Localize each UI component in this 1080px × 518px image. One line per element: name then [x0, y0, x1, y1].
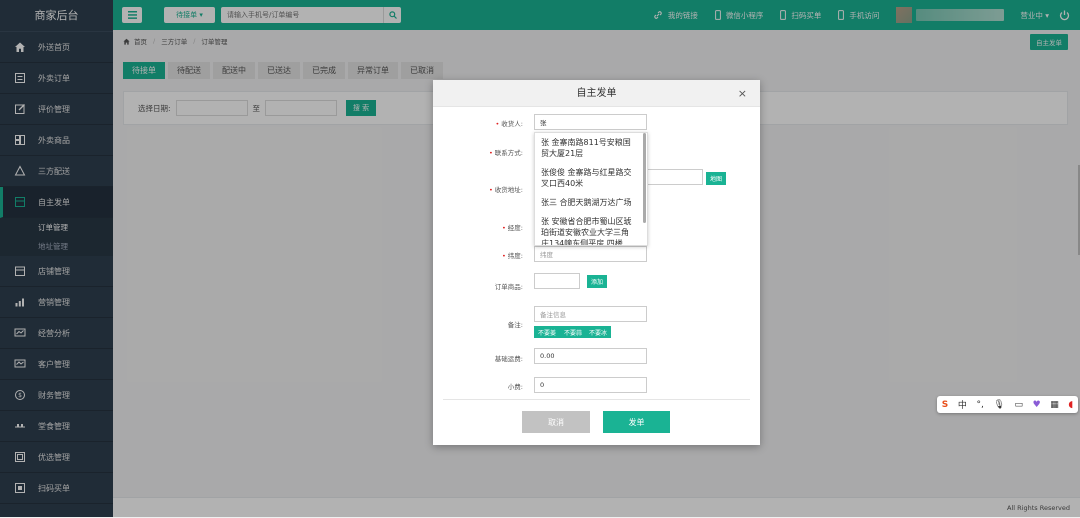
suggestions-scrollbar[interactable]	[643, 133, 646, 223]
remark-label: 备注:	[507, 321, 523, 329]
suggestion-item[interactable]: 张 安徽省合肥市蜀山区琥珀街道安徽农业大学三角庄134幢东侧平房 四楼	[535, 212, 639, 245]
required-marker: •	[488, 149, 493, 157]
suggestion-item[interactable]: 张三 合肥天鹅湖万达广场	[535, 193, 639, 212]
modal-title: 自主发单	[576, 88, 617, 99]
required-marker: •	[501, 252, 506, 260]
close-icon[interactable]: ×	[738, 80, 747, 107]
longitude-label: • 经度:	[433, 222, 523, 232]
skin-icon[interactable]: ♥	[1033, 400, 1041, 410]
submit-order-button[interactable]: 发单	[603, 411, 670, 433]
suggestion-item[interactable]: 张 金寨南路811号安粮国贸大厦21层	[535, 133, 639, 163]
contact-label-text: 联系方式:	[494, 149, 523, 157]
delivery-fee-input[interactable]: 0.00	[534, 348, 647, 364]
tag-no-ice[interactable]: 不要冰	[585, 326, 612, 338]
remark-input[interactable]: 备注信息	[534, 306, 647, 322]
map-button[interactable]: 地图	[706, 172, 727, 185]
latitude-label-text: 纬度:	[507, 252, 523, 260]
latitude-input[interactable]: 纬度	[534, 246, 647, 262]
receiver-label-text: 收货人:	[501, 120, 523, 128]
contact-label: • 联系方式:	[433, 147, 523, 157]
delivery-fee-label: 基础运费:	[494, 355, 523, 363]
add-goods-button[interactable]: 添加	[587, 275, 608, 288]
more-icon[interactable]: ◖	[1068, 400, 1073, 410]
self-order-modal: 自主发单 × • 收货人: 张 • 联系方式: • 收货地址: 地图 • 经度: • 纬度…	[433, 80, 760, 445]
toolbox-icon[interactable]: ▦	[1050, 400, 1059, 410]
cancel-button[interactable]: 取消	[522, 411, 590, 433]
modal-header: 自主发单 ×	[433, 80, 760, 107]
goods-input[interactable]	[534, 273, 580, 289]
keyboard-icon[interactable]: ▭	[1014, 400, 1023, 410]
receiver-suggestions: 张 金寨南路811号安粮国贸大厦21层 张俊俊 金寨路与红星路交叉口西40米 张…	[534, 132, 648, 246]
address-label-text: 收货地址:	[494, 186, 523, 194]
receiver-input[interactable]: 张	[534, 114, 647, 130]
ime-toolbar: S 中 °, 🎙 ▭ ♥ ▦ ◖	[937, 396, 1078, 413]
tip-label: 小费:	[507, 383, 523, 391]
tag-no-ginger[interactable]: 不要姜	[534, 326, 561, 338]
microphone-icon[interactable]: 🎙	[993, 400, 1004, 410]
receiver-label: • 收货人:	[433, 118, 523, 128]
punctuation-icon[interactable]: °,	[976, 400, 983, 410]
modal-footer-divider	[443, 399, 750, 400]
goods-label: 订单商品:	[494, 283, 523, 291]
latitude-label: • 纬度:	[433, 250, 523, 260]
suggestion-item[interactable]: 张俊俊 金寨路与红星路交叉口西40米	[535, 163, 639, 193]
sogou-logo-icon[interactable]: S	[942, 400, 948, 410]
required-marker: •	[495, 120, 500, 128]
longitude-label-text: 经度:	[507, 224, 523, 232]
address-label: • 收货地址:	[433, 184, 523, 194]
tag-no-garlic[interactable]: 不要蒜	[560, 326, 587, 338]
required-marker: •	[488, 186, 493, 194]
required-marker: •	[501, 224, 506, 232]
ime-chinese-mode[interactable]: 中	[958, 398, 967, 411]
tip-input[interactable]: 0	[534, 377, 647, 393]
